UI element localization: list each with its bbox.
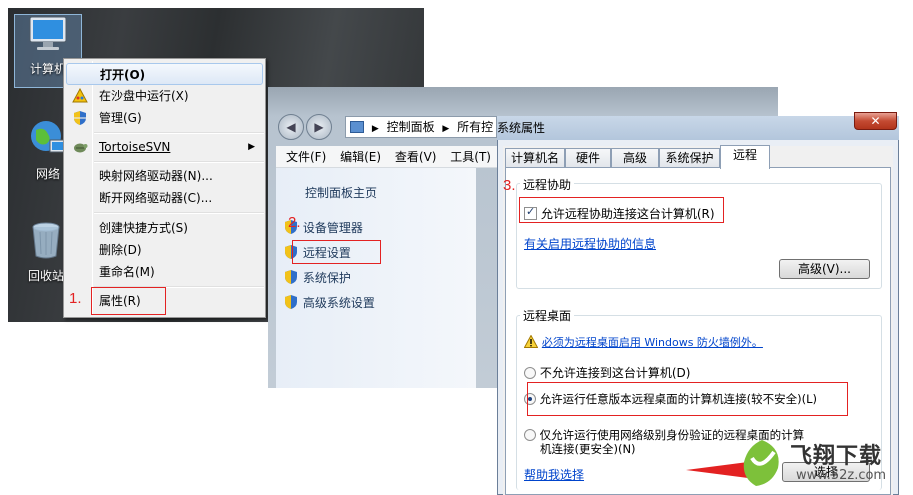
menu-item-tortoisesvn[interactable]: TortoiseSVN ▶	[66, 136, 263, 158]
menu-item-label: TortoiseSVN	[99, 140, 171, 154]
menu-item-label: 在沙盘中运行(X)	[99, 89, 189, 103]
menu-file[interactable]: 文件(F)	[286, 146, 326, 168]
menu-item-label: 删除(D)	[99, 243, 142, 257]
menu-item-label: 管理(G)	[99, 111, 142, 125]
context-menu: 打开(O) 在沙盘中运行(X) 管理(G) TortoiseSVN ▶ 映射网络…	[63, 58, 266, 318]
menu-item-label: 创建快捷方式(S)	[99, 221, 188, 235]
menu-view[interactable]: 查看(V)	[395, 146, 437, 168]
link-label: 高级系统设置	[302, 296, 375, 310]
highlight-properties	[91, 287, 166, 315]
watermark-brand: 飞翔下载	[790, 444, 883, 469]
tab-hardware[interactable]: 硬件	[565, 148, 611, 168]
menu-item-rename[interactable]: 重命名(M)	[66, 261, 263, 283]
tab-advanced[interactable]: 高级	[611, 148, 659, 168]
breadcrumb-arrow-icon: ▶	[442, 124, 450, 134]
network-globe-icon	[31, 121, 67, 153]
menu-item-delete[interactable]: 删除(D)	[66, 239, 263, 261]
advanced-button[interactable]: 高级(V)...	[779, 259, 870, 279]
menu-item-label: 映射网络驱动器(N)...	[99, 169, 213, 183]
tab-label: 硬件	[575, 151, 600, 165]
menu-item-run-in-sandbox[interactable]: 在沙盘中运行(X)	[66, 85, 263, 107]
control-panel-icon	[350, 121, 364, 133]
nav-buttons: ◀ ▶	[278, 114, 334, 140]
link-label: 系统保护	[302, 271, 351, 285]
highlight-allow-remote-assistance	[519, 197, 724, 223]
watermark: 飞翔下载 www.52z.com	[738, 438, 908, 490]
recycle-bin-icon	[32, 222, 60, 259]
step-label-2: 2.	[288, 214, 301, 231]
breadcrumb-arrow-icon: ▶	[371, 124, 379, 134]
control-panel-home-link[interactable]: 控制面板主页	[305, 184, 377, 201]
tab-computer-name[interactable]: 计算机名	[505, 148, 565, 168]
back-button[interactable]: ◀	[278, 114, 304, 140]
link-label: 设备管理器	[302, 221, 363, 235]
breadcrumb-item[interactable]: 控制面板	[387, 120, 435, 134]
remote-assistance-info-link[interactable]: 有关启用远程协助的信息	[524, 235, 656, 252]
menu-edit[interactable]: 编辑(E)	[340, 146, 381, 168]
help-me-choose-link[interactable]: 帮助我选择	[524, 466, 584, 483]
menu-separator	[94, 132, 264, 134]
shield-icon	[285, 270, 297, 284]
dialog-title-bar: 系统属性	[497, 116, 899, 140]
submenu-arrow-icon: ▶	[248, 142, 255, 152]
tab-label: 系统保护	[665, 151, 714, 165]
menu-item-label: 打开(O)	[100, 68, 146, 82]
close-icon: ✕	[870, 114, 881, 128]
dialog-title: 系统属性	[497, 121, 546, 135]
watermark-logo-icon	[743, 440, 779, 486]
link-advanced-system-settings[interactable]: 高级系统设置	[283, 294, 375, 311]
menu-item-disconnect-network-drive[interactable]: 断开网络驱动器(C)...	[66, 187, 263, 209]
highlight-allow-any-version	[527, 382, 848, 416]
close-button[interactable]: ✕	[854, 112, 897, 130]
highlight-remote-settings	[292, 240, 381, 264]
shield-icon	[74, 111, 86, 125]
computer-icon	[29, 16, 67, 50]
firewall-exception-link[interactable]: 必须为远程桌面启用 Windows 防火墙例外。	[542, 336, 763, 349]
radio-button[interactable]	[524, 429, 536, 441]
tab-label: 远程	[732, 148, 757, 162]
group-title-remote-assistance: 远程协助	[520, 176, 575, 193]
forward-button[interactable]: ▶	[306, 114, 332, 140]
menu-separator	[94, 161, 264, 163]
menu-item-create-shortcut[interactable]: 创建快捷方式(S)	[66, 217, 263, 239]
step-label-1: 1.	[69, 290, 82, 307]
watermark-url: www.52z.com	[796, 468, 887, 483]
menu-item-open[interactable]: 打开(O)	[66, 63, 263, 85]
radio-label-continued: 机连接(更安全)(N)	[540, 442, 636, 456]
address-bar[interactable]: ▶ 控制面板 ▶ 所有控	[345, 116, 497, 138]
warning-icon	[523, 334, 539, 348]
sandbox-icon	[72, 88, 88, 103]
radio-label: 不允许连接到这台计算机(D)	[539, 366, 691, 380]
tab-remote[interactable]: 远程	[720, 145, 770, 169]
menu-item-map-network-drive[interactable]: 映射网络驱动器(N)...	[66, 165, 263, 187]
radio-button[interactable]	[524, 367, 536, 379]
tortoisesvn-icon	[74, 143, 88, 153]
radio-disallow-connections[interactable]: 不允许连接到这台计算机(D)	[524, 364, 690, 381]
menu-item-manage[interactable]: 管理(G)	[66, 107, 263, 129]
button-label: 高级(V)...	[797, 262, 852, 276]
firewall-warning: 必须为远程桌面启用 Windows 防火墙例外。	[523, 334, 763, 350]
menu-item-label: 断开网络驱动器(C)...	[99, 191, 213, 205]
tab-label: 计算机名	[510, 151, 559, 165]
step-label-3: 3.	[503, 177, 516, 194]
tab-system-protection[interactable]: 系统保护	[659, 148, 720, 168]
menu-tools[interactable]: 工具(T)	[450, 146, 491, 168]
menu-item-label: 重命名(M)	[99, 265, 155, 279]
menu-bar: 文件(F) 编辑(E) 查看(V) 工具(T)	[276, 146, 498, 168]
link-system-protection[interactable]: 系统保护	[283, 269, 351, 286]
tab-label: 高级	[622, 151, 647, 165]
group-title-remote-desktop: 远程桌面	[520, 307, 575, 324]
breadcrumb-item[interactable]: 所有控	[457, 120, 493, 134]
shield-icon	[285, 295, 297, 309]
menu-separator	[94, 212, 264, 214]
